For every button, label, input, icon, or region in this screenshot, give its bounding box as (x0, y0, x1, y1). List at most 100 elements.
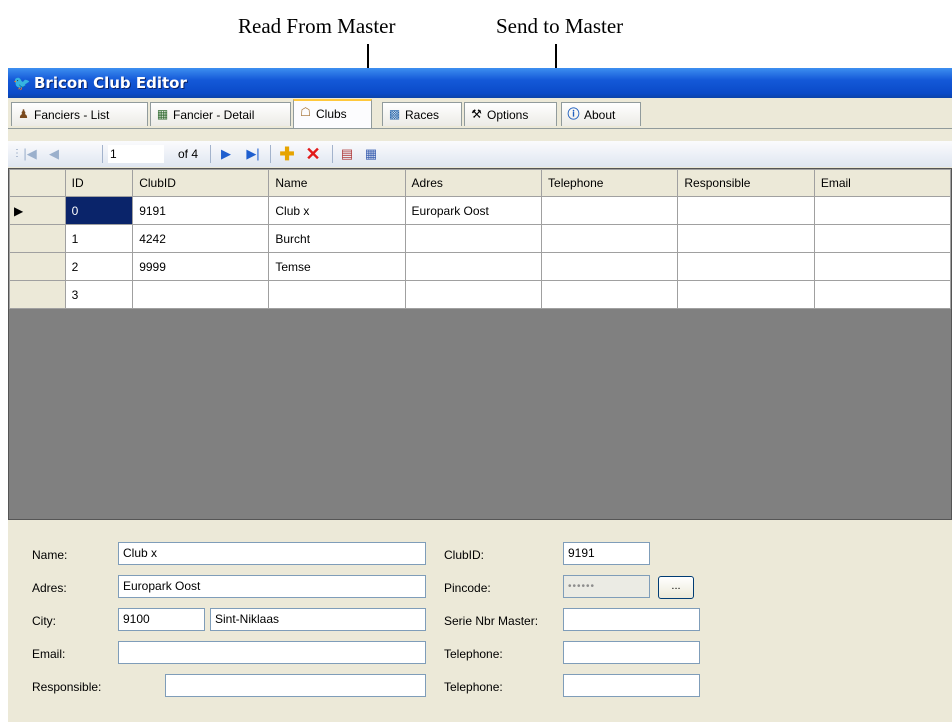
table-cell[interactable] (677, 224, 815, 253)
title-bar[interactable]: 🐦 Bricon Club Editor (8, 68, 952, 98)
tab-label: Fanciers - List (34, 108, 110, 122)
tab-label: Clubs (316, 107, 347, 121)
telephone-2-field[interactable] (563, 674, 700, 697)
clubs-grid: ID ClubID Name Adres Telephone Responsib… (8, 168, 952, 520)
read-from-master-callout: Read From Master (238, 14, 396, 38)
header-row: ID ClubID Name Adres Telephone Responsib… (9, 169, 951, 197)
table-cell[interactable] (677, 280, 815, 309)
telephone-label: Telephone: (444, 647, 503, 661)
table-cell[interactable]: 9999 (132, 252, 270, 281)
app-icon: 🐦 (13, 75, 31, 91)
table-row[interactable]: 1 4242 Burcht (9, 224, 951, 253)
table-cell[interactable]: Burcht (268, 224, 406, 253)
column-header[interactable]: ClubID (132, 169, 270, 197)
add-new-icon[interactable]: ✚ (278, 145, 296, 163)
email-field[interactable] (118, 641, 426, 664)
table-cell[interactable] (404, 224, 543, 253)
table-cell[interactable] (132, 280, 270, 309)
table-cell[interactable] (268, 280, 406, 309)
send-to-master-icon[interactable]: ▦ (362, 145, 380, 163)
table-cell[interactable]: Club x (268, 196, 406, 225)
tab-label: Races (405, 108, 440, 122)
table-cell[interactable]: 0 (64, 196, 134, 225)
binding-navigator: ⋮ |◀ ◀ 1 of 4 ▶ ▶| ✚ ✕ ▤ ▦ (8, 141, 952, 167)
tab-options[interactable]: ⚒ Options (464, 102, 557, 126)
tab-fanciers-list[interactable]: ♟ Fanciers - List (11, 102, 148, 126)
delete-icon[interactable]: ✕ (304, 145, 322, 163)
column-header[interactable]: Adres (404, 169, 543, 197)
serie-nbr-master-field[interactable] (563, 608, 700, 631)
adres-field[interactable]: Europark Oost (118, 575, 426, 598)
row-header[interactable] (9, 252, 66, 281)
column-header[interactable]: Telephone (541, 169, 679, 197)
column-header[interactable]: Email (813, 169, 951, 197)
clubid-label: ClubID: (444, 548, 485, 562)
tab-clubs[interactable]: ☖ Clubs (293, 99, 372, 128)
move-previous-icon[interactable]: ◀ (46, 145, 62, 163)
tab-label: Fancier - Detail (173, 108, 255, 122)
tab-fancier-detail[interactable]: ▦ Fancier - Detail (150, 102, 291, 126)
responsible-label: Responsible: (32, 680, 102, 694)
tab-label: Options (487, 108, 529, 122)
table-cell[interactable] (404, 252, 543, 281)
city-label: City: (32, 614, 56, 628)
move-next-icon[interactable]: ▶ (218, 145, 234, 163)
read-from-master-icon[interactable]: ▤ (338, 145, 356, 163)
move-first-icon[interactable]: |◀ (22, 145, 38, 163)
table-cell[interactable] (541, 252, 679, 281)
name-field[interactable]: Club x (118, 542, 426, 565)
telephone-2-label: Telephone: (444, 680, 503, 694)
table-cell[interactable] (813, 280, 951, 309)
window-title: Bricon Club Editor (34, 74, 187, 92)
tools-icon: ⚒ (471, 107, 482, 121)
count-label: of 4 (177, 147, 198, 161)
position-input[interactable]: 1 (108, 145, 164, 163)
toolbar-separator (270, 145, 271, 163)
column-header[interactable]: Name (268, 169, 406, 197)
table-cell[interactable] (677, 252, 815, 281)
table-cell[interactable] (541, 224, 679, 253)
table-cell[interactable] (541, 196, 679, 225)
tab-about[interactable]: ⓘ About (561, 102, 641, 126)
table-cell[interactable]: 4242 (132, 224, 270, 253)
table-cell[interactable] (813, 196, 951, 225)
adres-label: Adres: (32, 581, 67, 595)
zip-field[interactable]: 9100 (118, 608, 205, 631)
table-cell[interactable]: Temse (268, 252, 406, 281)
table-cell[interactable] (541, 280, 679, 309)
table-row[interactable]: ▶ 0 9191 Club x Europark Oost (9, 196, 951, 225)
clubid-field[interactable]: 9191 (563, 542, 650, 565)
table-cell[interactable]: 2 (64, 252, 134, 281)
table-cell[interactable] (813, 252, 951, 281)
table-cell[interactable]: 9191 (132, 196, 270, 225)
toolbar-separator (102, 145, 103, 163)
clubs-icon: ☖ (300, 105, 311, 119)
toolbar-grip[interactable]: ⋮ (12, 145, 22, 163)
row-header[interactable] (9, 280, 66, 309)
table-cell[interactable] (677, 196, 815, 225)
column-header[interactable]: Responsible (677, 169, 815, 197)
tab-races[interactable]: ▩ Races (382, 102, 462, 126)
table-cell[interactable]: 1 (64, 224, 134, 253)
table-row-new[interactable]: 3 (9, 280, 951, 309)
serie-nbr-master-label: Serie Nbr Master: (444, 614, 539, 628)
table-cell[interactable] (813, 224, 951, 253)
table-cell[interactable]: Europark Oost (404, 196, 543, 225)
pincode-field: •••••• (563, 575, 650, 598)
row-header-corner (9, 169, 66, 197)
pincode-label: Pincode: (444, 581, 491, 595)
row-header[interactable] (9, 224, 66, 253)
telephone-field[interactable] (563, 641, 700, 664)
city-field[interactable]: Sint-Niklaas (210, 608, 426, 631)
move-last-icon[interactable]: ▶| (244, 145, 262, 163)
responsible-field[interactable] (165, 674, 426, 697)
name-label: Name: (32, 548, 68, 562)
column-header[interactable]: ID (64, 169, 134, 197)
current-row-indicator[interactable]: ▶ (9, 196, 66, 225)
pincode-browse-button[interactable]: ... (658, 576, 694, 599)
info-icon: ⓘ (567, 107, 580, 121)
people-icon: ♟ (18, 107, 29, 121)
table-row[interactable]: 2 9999 Temse (9, 252, 951, 281)
table-cell[interactable] (404, 280, 543, 309)
table-cell[interactable]: 3 (64, 280, 134, 309)
